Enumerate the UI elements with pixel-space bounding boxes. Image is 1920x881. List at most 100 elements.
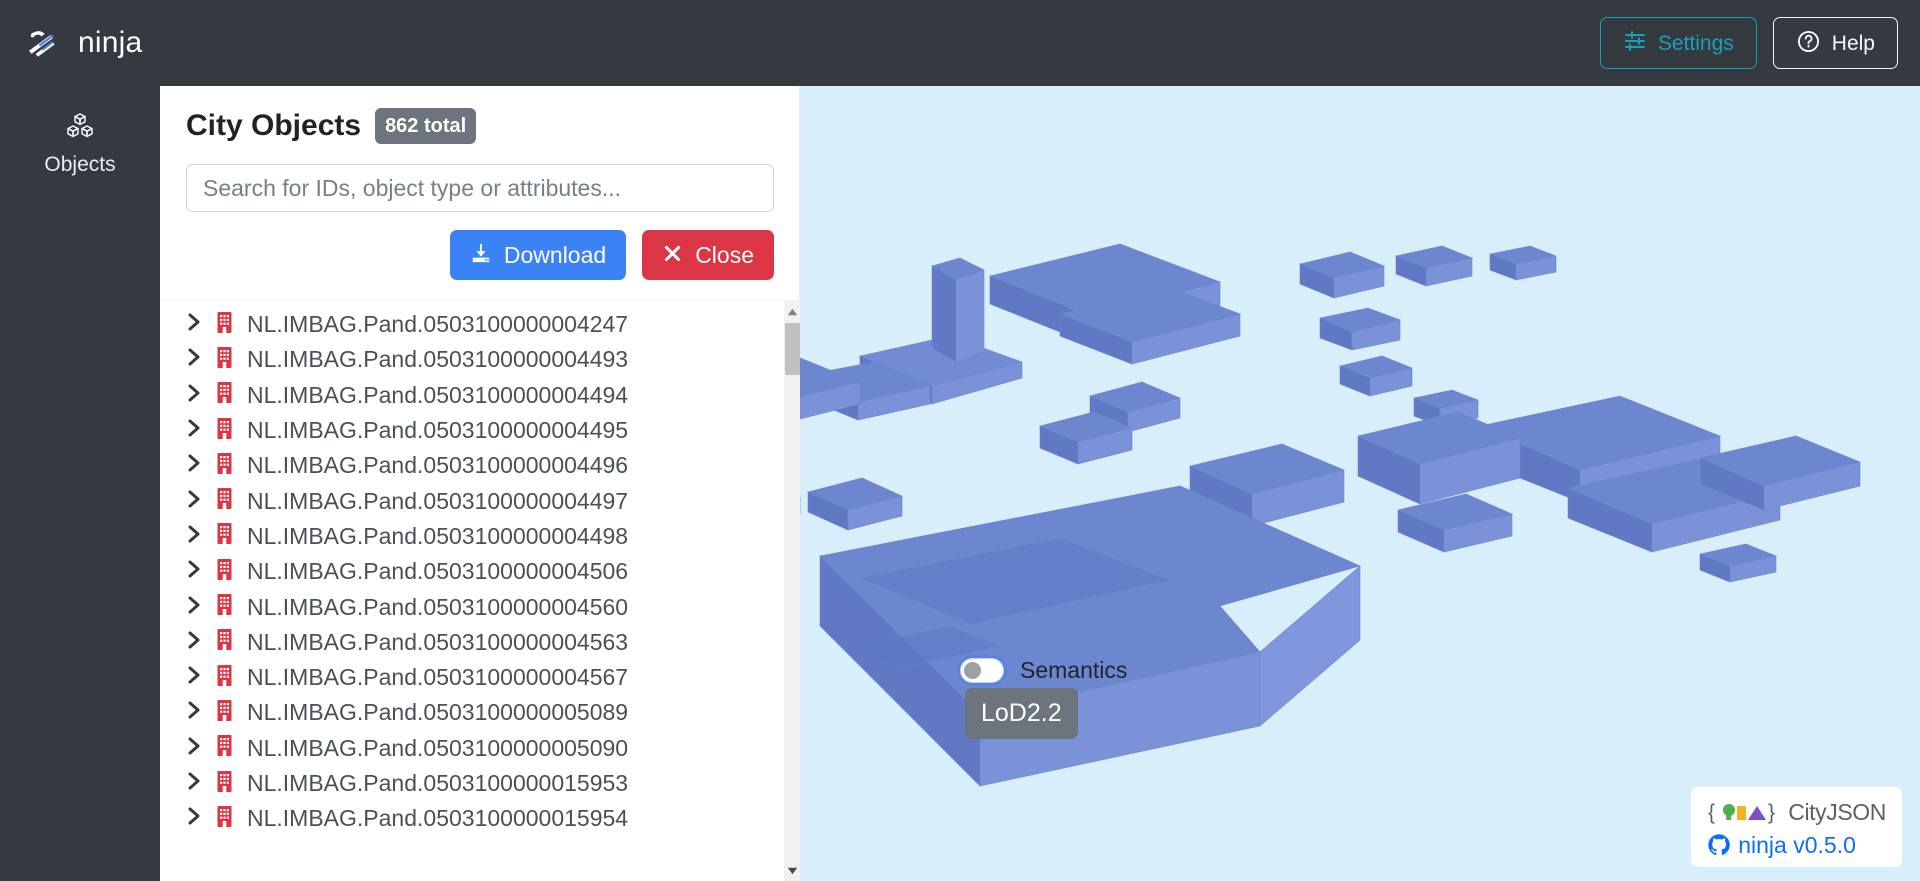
- sliders-icon: [1623, 29, 1647, 57]
- settings-button[interactable]: Settings: [1599, 17, 1757, 69]
- chevron-right-icon[interactable]: [186, 735, 202, 762]
- svg-text:{: {: [1708, 801, 1715, 824]
- cityjson-logo-row: { } CityJSON: [1707, 799, 1886, 825]
- help-button-label: Help: [1831, 31, 1875, 55]
- object-list: NL.IMBAG.Pand.0503100000004247 NL.IMBAG.P…: [160, 301, 783, 881]
- panel-header: City Objects 862 total: [160, 86, 800, 212]
- times-icon: [662, 243, 683, 268]
- list-item[interactable]: NL.IMBAG.Pand.0503100000004493: [160, 342, 783, 377]
- object-list-wrapper: NL.IMBAG.Pand.0503100000004247 NL.IMBAG.P…: [160, 300, 800, 881]
- scroll-up-arrow-icon[interactable]: [784, 303, 801, 320]
- chevron-right-icon[interactable]: [186, 417, 202, 444]
- chevron-right-icon[interactable]: [186, 523, 202, 550]
- brand-name: ninja: [78, 26, 143, 59]
- list-item-label: NL.IMBAG.Pand.0503100000004560: [247, 593, 629, 620]
- building-icon: [216, 311, 233, 339]
- object-list-scrollbar[interactable]: [783, 301, 800, 881]
- close-button[interactable]: Close: [642, 230, 774, 280]
- lod-badge[interactable]: LoD2.2: [965, 688, 1078, 739]
- chevron-right-icon[interactable]: [186, 558, 202, 585]
- building-icon: [216, 558, 233, 586]
- semantics-label: Semantics: [1020, 657, 1128, 683]
- help-button[interactable]: Help: [1772, 17, 1898, 69]
- city-objects-panel: City Objects 862 total Download: [160, 86, 800, 881]
- list-item-label: NL.IMBAG.Pand.0503100000005089: [247, 699, 629, 726]
- chevron-right-icon[interactable]: [186, 629, 202, 656]
- ninja-version-label[interactable]: ninja v0.5.0: [1738, 833, 1856, 857]
- building-icon: [216, 346, 233, 374]
- chevron-right-icon[interactable]: [186, 382, 202, 409]
- download-button[interactable]: Download: [449, 230, 627, 280]
- chevron-right-icon[interactable]: [186, 311, 202, 338]
- building-icon: [216, 452, 233, 480]
- chevron-right-icon[interactable]: [186, 346, 202, 373]
- list-item[interactable]: NL.IMBAG.Pand.0503100000004247: [160, 307, 783, 342]
- list-item-label: NL.IMBAG.Pand.0503100000004498: [247, 522, 629, 549]
- panel-actions: Download Close: [160, 212, 800, 300]
- chevron-right-icon[interactable]: [186, 699, 202, 726]
- cityjson-credit-box: { } CityJSON ninja v0.5.0: [1691, 787, 1902, 867]
- chevron-right-icon[interactable]: [186, 594, 202, 621]
- download-icon: [470, 242, 492, 268]
- ninja-version-row[interactable]: ninja v0.5.0: [1707, 833, 1886, 857]
- list-item-label: NL.IMBAG.Pand.0503100000004496: [247, 452, 629, 479]
- scroll-down-arrow-icon[interactable]: [784, 862, 801, 879]
- github-icon: [1707, 833, 1731, 857]
- list-item-label: NL.IMBAG.Pand.0503100000015953: [247, 770, 629, 796]
- question-circle-icon: [1796, 29, 1821, 58]
- page-title: City Objects: [186, 109, 362, 142]
- list-item-label: NL.IMBAG.Pand.0503100000004567: [247, 664, 629, 691]
- close-button-label: Close: [695, 241, 754, 268]
- left-sidebar: Objects: [0, 86, 160, 881]
- building-icon: [216, 628, 233, 656]
- chevron-right-icon[interactable]: [186, 452, 202, 479]
- svg-text:}: }: [1768, 801, 1775, 824]
- list-item-label: NL.IMBAG.Pand.0503100000004493: [247, 346, 629, 373]
- search-input[interactable]: [186, 164, 774, 212]
- list-item-label: NL.IMBAG.Pand.0503100000004506: [247, 558, 629, 585]
- list-item[interactable]: NL.IMBAG.Pand.0503100000004506: [160, 554, 783, 589]
- app-root: ninja Settings Help Objects Semantics Lo…: [0, 0, 1920, 881]
- object-count-badge: 862 total: [375, 108, 477, 144]
- navbar-actions: Settings Help: [1599, 17, 1898, 69]
- brand[interactable]: ninja: [22, 23, 142, 63]
- chevron-right-icon[interactable]: [186, 488, 202, 515]
- list-item[interactable]: NL.IMBAG.Pand.0503100000015954: [160, 801, 783, 836]
- list-item[interactable]: NL.IMBAG.Pand.0503100000004563: [160, 625, 783, 660]
- building-icon: [216, 593, 233, 621]
- list-item[interactable]: NL.IMBAG.Pand.0503100000004495: [160, 413, 783, 448]
- panel-title-row: City Objects 862 total: [186, 108, 774, 144]
- building-icon: [216, 805, 233, 833]
- download-button-label: Download: [503, 241, 607, 268]
- chevron-right-icon[interactable]: [186, 805, 202, 832]
- building-icon: [216, 699, 233, 727]
- settings-button-label: Settings: [1657, 31, 1734, 55]
- list-item[interactable]: NL.IMBAG.Pand.0503100000004496: [160, 448, 783, 483]
- list-item[interactable]: NL.IMBAG.Pand.0503100000004494: [160, 378, 783, 413]
- list-item[interactable]: NL.IMBAG.Pand.0503100000004567: [160, 660, 783, 695]
- list-item-label: NL.IMBAG.Pand.0503100000004563: [247, 628, 629, 655]
- list-item[interactable]: NL.IMBAG.Pand.0503100000005090: [160, 731, 783, 766]
- list-item[interactable]: NL.IMBAG.Pand.0503100000004560: [160, 589, 783, 624]
- sidebar-item-objects[interactable]: Objects: [0, 102, 160, 187]
- cityjson-logo-icon: { }: [1707, 799, 1781, 825]
- chevron-right-icon[interactable]: [186, 770, 202, 797]
- building-icon: [216, 664, 233, 692]
- building-icon: [216, 734, 233, 762]
- list-item-label: NL.IMBAG.Pand.0503100000004494: [247, 381, 629, 408]
- toggle-knob: [964, 662, 981, 679]
- list-item[interactable]: NL.IMBAG.Pand.0503100000004497: [160, 483, 783, 518]
- cityjson-logo-text: CityJSON: [1788, 798, 1886, 825]
- list-item[interactable]: NL.IMBAG.Pand.0503100000004498: [160, 519, 783, 554]
- list-item-label: NL.IMBAG.Pand.0503100000015954: [247, 805, 629, 832]
- list-item[interactable]: NL.IMBAG.Pand.0503100000005089: [160, 695, 783, 730]
- chevron-right-icon[interactable]: [186, 664, 202, 691]
- scrollbar-thumb[interactable]: [785, 323, 800, 375]
- building-icon: [216, 417, 233, 445]
- sidebar-item-objects-label: Objects: [44, 153, 116, 176]
- list-item-label: NL.IMBAG.Pand.0503100000005090: [247, 734, 629, 761]
- list-item[interactable]: NL.IMBAG.Pand.0503100000015953: [160, 766, 783, 801]
- semantics-toggle[interactable]: [960, 658, 1004, 683]
- building-icon: [216, 522, 233, 550]
- building-icon: [216, 487, 233, 515]
